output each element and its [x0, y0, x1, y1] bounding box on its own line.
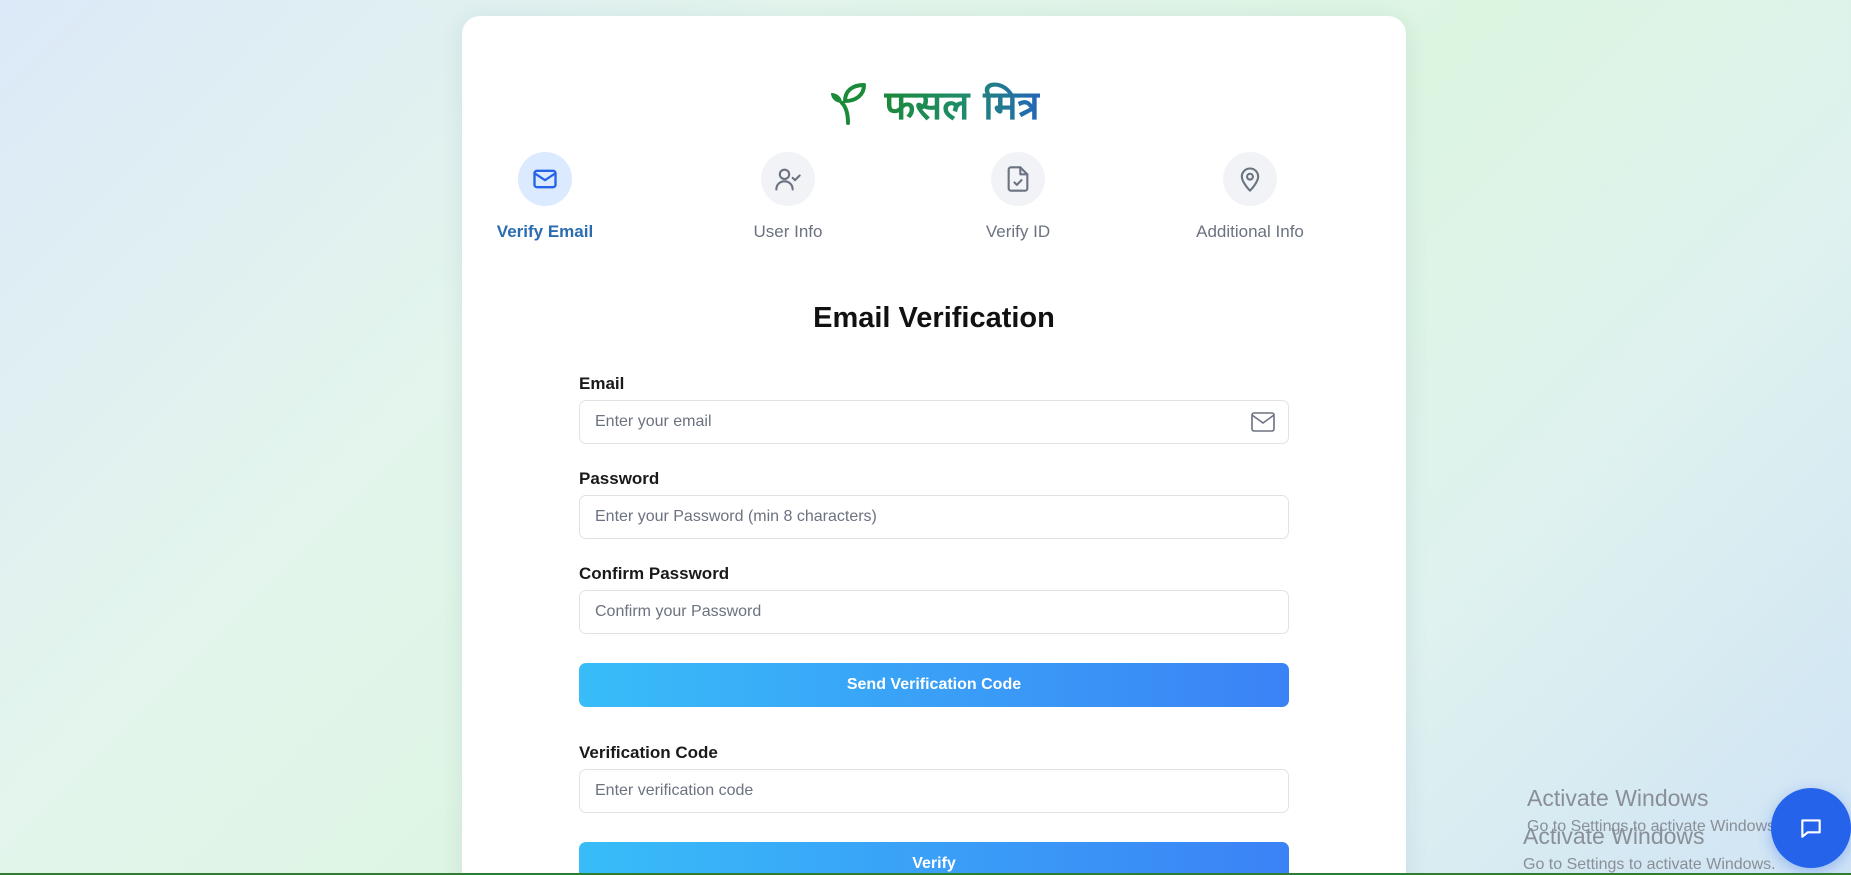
confirm-password-field[interactable] — [579, 590, 1289, 634]
step-label: Verify ID — [985, 222, 1051, 241]
email-field[interactable] — [579, 400, 1289, 444]
brand-logo: फसल मित्र — [462, 76, 1406, 131]
map-pin-icon — [1240, 167, 1260, 192]
send-verification-code-button[interactable]: Send Verification Code — [579, 663, 1289, 707]
email-verification-form: Email Password Confirm Password Send Ver… — [579, 374, 1289, 875]
activate-windows-title: Activate Windows — [1523, 823, 1705, 849]
brand-name: फसल मित्र — [884, 76, 1039, 131]
confirm-password-label: Confirm Password — [579, 564, 730, 583]
mail-icon — [533, 169, 557, 189]
page-title: Email Verification — [813, 302, 1055, 334]
verify-button[interactable]: Verify — [579, 842, 1289, 875]
activate-windows-subtitle: Go to Settings to activate Windows. — [1523, 856, 1776, 873]
step-additional-info[interactable]: Additional Info — [1170, 152, 1330, 242]
step-verify-email[interactable]: Verify Email — [465, 152, 625, 242]
mail-icon — [1251, 412, 1275, 432]
step-label: Verify Email — [496, 222, 594, 241]
progress-steps: Verify Email User Info Verify ID Additio… — [462, 152, 1406, 262]
activate-windows-title: Activate Windows — [1527, 785, 1709, 811]
step-label: Additional Info — [1196, 222, 1304, 241]
step-label: User Info — [753, 222, 823, 241]
file-check-icon — [1007, 166, 1029, 192]
step-verify-id[interactable]: Verify ID — [938, 152, 1098, 242]
password-label: Password — [579, 469, 660, 488]
user-check-icon — [775, 168, 801, 191]
chat-icon — [1801, 819, 1821, 838]
verification-code-field[interactable] — [579, 769, 1289, 813]
password-field[interactable] — [579, 495, 1289, 539]
sprout-icon — [831, 83, 867, 125]
step-user-info[interactable]: User Info — [708, 152, 868, 242]
verification-code-label: Verification Code — [579, 743, 718, 762]
registration-card: फसल मित्र Verify Email User Info Verify … — [462, 16, 1406, 875]
chat-button[interactable] — [1771, 788, 1851, 868]
email-label: Email — [579, 374, 625, 393]
